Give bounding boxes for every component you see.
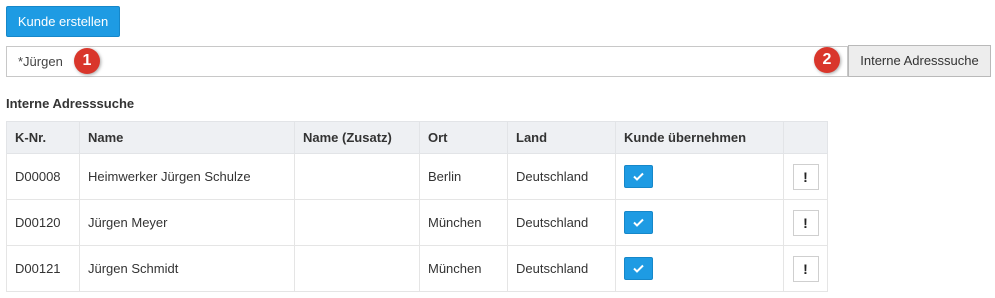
create-customer-button[interactable]: Kunde erstellen xyxy=(6,6,120,37)
table-header-row: K-Nr. Name Name (Zusatz) Ort Land Kunde … xyxy=(6,121,828,154)
cell-name: Jürgen Meyer xyxy=(79,199,295,246)
column-header-name: Name xyxy=(79,121,295,154)
column-header-name-zusatz: Name (Zusatz) xyxy=(294,121,420,154)
cell-details: ! xyxy=(783,153,828,200)
accept-customer-button[interactable] xyxy=(624,165,653,188)
cell-details: ! xyxy=(783,199,828,246)
table-row: D00120 Jürgen Meyer München Deutschland … xyxy=(6,199,828,246)
cell-name-zusatz xyxy=(294,153,420,200)
cell-accept xyxy=(615,153,784,200)
cell-land: Deutschland xyxy=(507,199,616,246)
results-table: K-Nr. Name Name (Zusatz) Ort Land Kunde … xyxy=(6,121,828,292)
annotation-marker-2: 2 xyxy=(814,47,840,73)
cell-ort: München xyxy=(419,245,508,292)
results-section-title: Interne Adresssuche xyxy=(6,96,135,111)
cell-knr: D00120 xyxy=(6,199,80,246)
details-button[interactable]: ! xyxy=(792,209,819,236)
cell-name-zusatz xyxy=(294,199,420,246)
column-header-knr: K-Nr. xyxy=(6,121,80,154)
accept-customer-button[interactable] xyxy=(624,211,653,234)
cell-name: Heimwerker Jürgen Schulze xyxy=(79,153,295,200)
details-button[interactable]: ! xyxy=(792,163,819,190)
details-button[interactable]: ! xyxy=(792,255,819,282)
cell-details: ! xyxy=(783,245,828,292)
search-input[interactable] xyxy=(6,46,848,77)
column-header-kunde-uebernehmen: Kunde übernehmen xyxy=(615,121,784,154)
cell-name-zusatz xyxy=(294,245,420,292)
column-header-ort: Ort xyxy=(419,121,508,154)
cell-name: Jürgen Schmidt xyxy=(79,245,295,292)
cell-knr: D00008 xyxy=(6,153,80,200)
cell-ort: Berlin xyxy=(419,153,508,200)
table-row: D00008 Heimwerker Jürgen Schulze Berlin … xyxy=(6,153,828,200)
check-icon xyxy=(633,218,644,227)
check-icon xyxy=(633,172,644,181)
accept-customer-button[interactable] xyxy=(624,257,653,280)
check-icon xyxy=(633,264,644,273)
internal-address-search-button[interactable]: Interne Adresssuche xyxy=(848,45,991,77)
cell-ort: München xyxy=(419,199,508,246)
cell-accept xyxy=(615,199,784,246)
column-header-actions xyxy=(783,121,828,154)
column-header-land: Land xyxy=(507,121,616,154)
cell-land: Deutschland xyxy=(507,153,616,200)
annotation-marker-1: 1 xyxy=(74,48,100,74)
cell-knr: D00121 xyxy=(6,245,80,292)
cell-land: Deutschland xyxy=(507,245,616,292)
cell-accept xyxy=(615,245,784,292)
table-row: D00121 Jürgen Schmidt München Deutschlan… xyxy=(6,245,828,292)
